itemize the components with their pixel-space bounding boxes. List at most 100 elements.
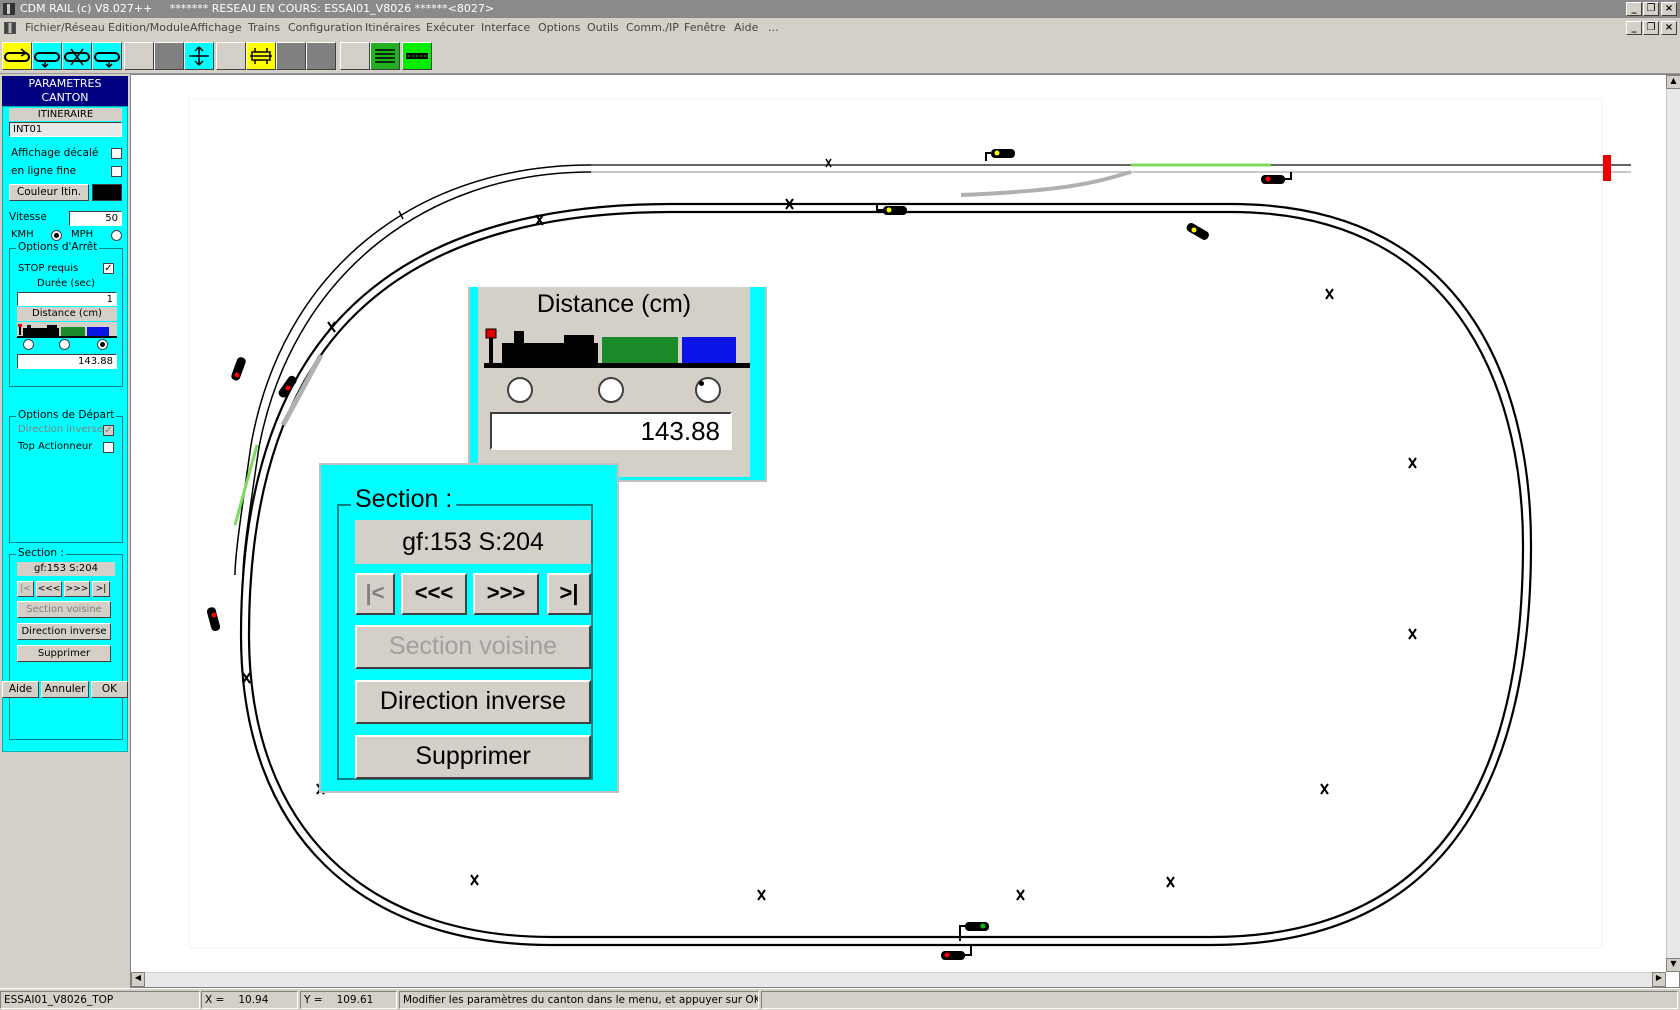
- top-actionneur-checkbox[interactable]: [103, 442, 114, 453]
- siding-gray: [591, 164, 1631, 173]
- scroll-right-icon[interactable]: ▶: [1652, 972, 1666, 987]
- distance-position-radio-1[interactable]: [23, 339, 34, 350]
- mdi-minimize-icon[interactable]: _: [1626, 21, 1642, 35]
- distance-position-radio-2[interactable]: [59, 339, 70, 350]
- scroll-up-icon[interactable]: ▲: [1666, 75, 1680, 89]
- gray-square2-icon[interactable]: [276, 42, 306, 70]
- stop-requis-label: STOP requis: [18, 263, 79, 274]
- panel-header-title: PARAMETRES CANTON: [28, 77, 102, 104]
- green-bar-icon[interactable]: [402, 42, 432, 70]
- section-first-button[interactable]: |<: [17, 581, 34, 597]
- direction-inverse-button[interactable]: Direction inverse: [17, 623, 111, 640]
- scroll-down-icon[interactable]: ▼: [1666, 958, 1680, 972]
- menu-executer[interactable]: Exécuter: [426, 18, 475, 38]
- section-voisine-button[interactable]: Section voisine: [17, 601, 111, 618]
- scroll-left-icon[interactable]: ◀: [131, 972, 145, 987]
- section-zoom-last-button[interactable]: >|: [547, 573, 591, 615]
- child-window-icon[interactable]: [4, 22, 16, 34]
- aide-button[interactable]: Aide: [2, 681, 39, 698]
- section-zoom-overlay: Section : gf:153 S:204 |< <<< >>> >| Sec…: [319, 463, 619, 793]
- section-prev-button[interactable]: <<<: [36, 581, 62, 597]
- distance-zoom-field[interactable]: 143.88: [490, 412, 732, 450]
- zoom-position-radio-2[interactable]: [598, 377, 624, 403]
- stop-requis-checkbox[interactable]: ✓: [103, 263, 114, 274]
- section-zoom-first-button[interactable]: |<: [355, 573, 395, 615]
- vitesse-field[interactable]: 50: [69, 211, 122, 226]
- menu-edition[interactable]: Edition/Module: [108, 18, 190, 38]
- section-zoom-title: Section :: [351, 485, 457, 514]
- horizontal-scrollbar[interactable]: [131, 972, 1666, 987]
- blank3-icon[interactable]: [340, 42, 370, 70]
- blank-icon[interactable]: [124, 42, 154, 70]
- loop-yellow-icon[interactable]: [2, 42, 32, 70]
- distance-position-radio-3[interactable]: [97, 339, 108, 350]
- status-x-label: X =: [205, 994, 225, 1006]
- train-yellow-icon[interactable]: [246, 42, 276, 70]
- duree-field[interactable]: 1: [17, 292, 117, 306]
- green-lines-icon[interactable]: [370, 42, 400, 70]
- menu-fenetre[interactable]: Fenêtre: [684, 18, 726, 38]
- ligne-fine-checkbox[interactable]: [111, 166, 122, 177]
- section-title: Section :: [16, 547, 66, 559]
- distance-label: Distance (cm): [17, 307, 117, 321]
- vertical-scrollbar[interactable]: [1666, 75, 1680, 972]
- close-icon[interactable]: ×: [1661, 2, 1677, 16]
- status-x-value: 10.94: [238, 994, 269, 1006]
- kmh-radio[interactable]: [51, 230, 62, 241]
- annuler-button[interactable]: Annuler: [41, 681, 89, 698]
- menu-more[interactable]: ...: [768, 18, 779, 38]
- couleur-itin-button[interactable]: Couleur Itin.: [9, 184, 89, 201]
- loop-arrow2-icon[interactable]: [92, 42, 122, 70]
- loop-arrow-icon[interactable]: [32, 42, 62, 70]
- mdi-close-icon[interactable]: ×: [1661, 21, 1677, 35]
- menu-bar: Fichier/Réseau Edition/Module Affichage …: [0, 18, 1680, 38]
- distance-field[interactable]: 143.88: [17, 354, 117, 369]
- gray-square-icon[interactable]: [154, 42, 184, 70]
- blank2-icon[interactable]: [216, 42, 246, 70]
- mph-radio[interactable]: [111, 230, 122, 241]
- menu-trains[interactable]: Trains: [248, 18, 280, 38]
- panel-body: ITINERAIRE INT01 Affichage décalé en lig…: [2, 106, 128, 752]
- gray-square3-icon[interactable]: [306, 42, 336, 70]
- section-zoom-voisine-button[interactable]: Section voisine: [355, 625, 591, 669]
- zoom-position-radio-3[interactable]: [695, 377, 721, 403]
- section-last-button[interactable]: >|: [92, 581, 110, 597]
- affichage-decale-checkbox[interactable]: [111, 148, 122, 159]
- section-next-button[interactable]: >>>: [64, 581, 90, 597]
- ok-button[interactable]: OK: [91, 681, 128, 698]
- top-actionneur-label: Top Actionneur: [18, 441, 93, 452]
- zoom-position-radio-1[interactable]: [507, 377, 533, 403]
- itineraire-field[interactable]: INT01: [9, 122, 122, 137]
- status-extra: [761, 991, 1678, 1009]
- menu-itineraires[interactable]: Itinéraires: [365, 18, 420, 38]
- mdi-restore-icon[interactable]: ❐: [1643, 21, 1659, 35]
- minimize-icon[interactable]: _: [1626, 2, 1642, 16]
- menu-fichier[interactable]: Fichier/Réseau: [25, 18, 105, 38]
- section-zoom-supprimer-button[interactable]: Supprimer: [355, 735, 591, 779]
- status-message: Modifier les paramètres du canton dans l…: [399, 991, 759, 1009]
- window-title: CDM RAIL (c) V8.027++ ******* RESEAU EN …: [20, 2, 495, 15]
- section-zoom-next-button[interactable]: >>>: [473, 573, 539, 615]
- distance-zoom-train-icon: [484, 328, 750, 368]
- supprimer-button[interactable]: Supprimer: [17, 645, 111, 662]
- loop-cross-icon[interactable]: [62, 42, 92, 70]
- menu-aide[interactable]: Aide: [734, 18, 758, 38]
- section-zoom-direction-button[interactable]: Direction inverse: [355, 680, 591, 724]
- direction-inverse-label: Direction inverse: [18, 424, 104, 435]
- turnout-branch: [960, 170, 1132, 197]
- panel-header: PARAMETRES CANTON: [2, 76, 128, 106]
- section-zoom-prev-button[interactable]: <<<: [401, 573, 467, 615]
- itineraire-label: ITINERAIRE: [9, 108, 122, 121]
- menu-configuration[interactable]: Configuration: [288, 18, 363, 38]
- menu-interface[interactable]: Interface: [481, 18, 530, 38]
- app-icon: [3, 3, 15, 15]
- menu-comm-ip[interactable]: Comm./IP: [626, 18, 679, 38]
- menu-outils[interactable]: Outils: [587, 18, 619, 38]
- track-cross-cyan-icon[interactable]: [184, 42, 214, 70]
- menu-options[interactable]: Options: [538, 18, 580, 38]
- menu-affichage[interactable]: Affichage: [190, 18, 242, 38]
- canton-parameters-panel: PARAMETRES CANTON ITINERAIRE INT01 Affic…: [0, 74, 130, 999]
- route-color-swatch[interactable]: [92, 184, 122, 201]
- direction-inverse-checkbox[interactable]: ✓: [103, 425, 114, 436]
- restore-icon[interactable]: ❐: [1643, 2, 1659, 16]
